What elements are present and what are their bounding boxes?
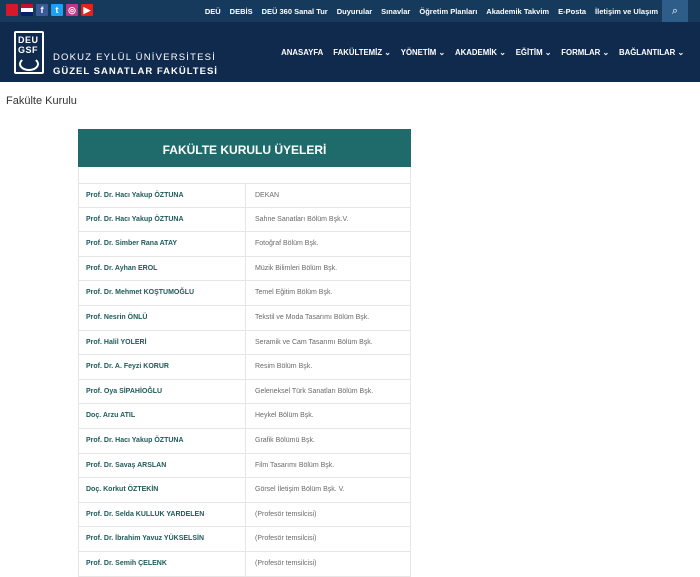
table-row: Prof. Halil YOLERİ Seramik ve Cam Tasarım… xyxy=(78,330,411,356)
member-name: Prof. Oya SİPAHİOĞLU xyxy=(79,379,246,404)
university-name: DOKUZ EYLÜL ÜNİVERSİTESİ xyxy=(53,52,217,63)
member-name: Prof. Dr. Hacı Yakup ÖZTUNA xyxy=(79,207,246,232)
nav-faculty[interactable]: FAKÜLTEMİZ ⌄ xyxy=(333,48,391,57)
twitter-icon[interactable]: t xyxy=(51,4,63,16)
table-row: Prof. Oya SİPAHİOĞLU Geleneksel Türk Sana… xyxy=(78,379,411,405)
nav-home[interactable]: ANASAYFA xyxy=(281,48,323,57)
table-row: Prof. Dr. Selda KULLUK YARDELEN (Profesör… xyxy=(78,502,411,528)
search-button[interactable]: ⌕ xyxy=(662,0,688,22)
table-row: Doç. Korkut ÖZTEKİN Görsel İletişim Bölüm… xyxy=(78,478,411,503)
top-links: DEÜ DEBİS DEÜ 360 Sanal Tur Duyurular Sı… xyxy=(205,0,658,22)
table-row: Prof. Dr. Mehmet KOŞTUMOĞLU Temel Eğitim … xyxy=(78,281,411,306)
member-name: Prof. Dr. Simber Rana ATAY xyxy=(79,232,246,256)
nav-administration[interactable]: YÖNETİM ⌄ xyxy=(401,48,445,57)
search-icon: ⌕ xyxy=(671,5,679,17)
member-name: Prof. Dr. İbrahim Yavuz YÜKSELSİN xyxy=(79,527,246,551)
member-role: DEKAN xyxy=(255,192,280,199)
toplink-360-tour[interactable]: DEÜ 360 Sanal Tur xyxy=(262,7,328,16)
table-row: Prof. Dr. Hacı Yakup ÖZTUNA Sahne Sanatla… xyxy=(78,207,411,233)
member-name: Doç. Korkut ÖZTEKİN xyxy=(79,478,246,502)
member-role: Sahne Sanatları Bölüm Bşk.V. xyxy=(255,215,349,223)
member-name: Prof. Dr. Ayhan EROL xyxy=(79,256,246,281)
toplink-email[interactable]: E-Posta xyxy=(558,7,586,16)
table-row: Prof. Dr. Hacı Yakup ÖZTUNA DEKAN xyxy=(78,183,411,208)
member-role: (Profesör temsilcisi) xyxy=(255,559,317,567)
member-role: (Profesör temsilcisi) xyxy=(255,535,317,543)
toplink-deu[interactable]: DEÜ xyxy=(205,7,221,16)
member-name: Doç. Arzu ATIL xyxy=(79,404,246,428)
table-row: Prof. Dr. Simber Rana ATAY Fotoğraf Bölüm… xyxy=(78,232,411,257)
member-name: Prof. Dr. Mehmet KOŞTUMOĞLU xyxy=(79,281,246,305)
member-name: Prof. Dr. Selda KULLUK YARDELEN xyxy=(79,502,246,527)
toplink-contact[interactable]: İletişim ve Ulaşım xyxy=(595,7,658,16)
table-row: Prof. Dr. Savaş ARSLAN Film Tasarımı Bölü… xyxy=(78,453,411,479)
member-role: Tekstil ve Moda Tasarımı Bölüm Bşk. xyxy=(255,313,370,321)
nav-education[interactable]: EĞİTİM ⌄ xyxy=(516,48,552,57)
member-role: Temel Eğitim Bölüm Bşk. xyxy=(255,289,333,297)
en-flag-icon[interactable] xyxy=(21,4,33,16)
tr-flag-icon[interactable] xyxy=(6,4,18,16)
logo-gsf-text: GSF xyxy=(18,45,39,55)
faculty-name: GÜZEL SANATLAR FAKÜLTESİ xyxy=(53,66,218,77)
top-bar: f t ◎ ▶ DEÜ DEBİS DEÜ 360 Sanal Tur Duyu… xyxy=(0,0,700,22)
toplink-curricula[interactable]: Öğretim Planları xyxy=(419,7,477,16)
member-role: Müzik Bilimleri Bölüm Bşk. xyxy=(255,264,338,272)
table-row: Prof. Dr. Hacı Yakup ÖZTUNA Grafik Bölümü… xyxy=(78,428,411,454)
member-name: Prof. Dr. A. Feyzi KORUR xyxy=(79,355,246,379)
member-role: Geleneksel Türk Sanatları Bölüm Bşk. xyxy=(255,387,374,395)
member-role: Görsel İletişim Bölüm Bşk. V. xyxy=(255,486,345,494)
table-row: Prof. Dr. Ayhan EROL Müzik Bilimleri Bölü… xyxy=(78,256,411,282)
logo-wave-icon xyxy=(19,57,39,71)
logo-deu-text: DEU xyxy=(18,35,39,45)
member-role: (Profesör temsilcisi) xyxy=(255,510,317,518)
member-name: Prof. Dr. Hacı Yakup ÖZTUNA xyxy=(79,184,246,207)
member-name: Prof. Dr. Savaş ARSLAN xyxy=(79,453,246,478)
table-row: Prof. Dr. A. Feyzi KORUR Resim Bölüm Bşk. xyxy=(78,355,411,380)
member-name: Prof. Halil YOLERİ xyxy=(79,330,246,355)
main-nav: ANASAYFA FAKÜLTEMİZ ⌄ YÖNETİM ⌄ AKADEMİK… xyxy=(281,22,684,82)
faculty-logo[interactable]: DEU GSF xyxy=(14,31,44,74)
member-role: Fotoğraf Bölüm Bşk. xyxy=(255,240,319,248)
toplink-exams[interactable]: Sınavlar xyxy=(381,7,410,16)
table-row: Prof. Dr. İbrahim Yavuz YÜKSELSİN (Profes… xyxy=(78,527,411,552)
member-role: Grafik Bölümü Bşk. xyxy=(255,436,315,444)
toplink-academic-calendar[interactable]: Akademik Takvim xyxy=(486,7,549,16)
table-spacer xyxy=(78,167,411,183)
table-row: Prof. Dr. Semih ÇELENK (Profesör temsilci… xyxy=(78,551,411,577)
member-name: Prof. Dr. Semih ÇELENK xyxy=(79,551,246,576)
toplink-announcements[interactable]: Duyurular xyxy=(337,7,372,16)
member-name: Prof. Nesrin ÖNLÜ xyxy=(79,305,246,330)
member-role: Resim Bölüm Bşk. xyxy=(255,363,313,371)
member-role: Seramik ve Cam Tasarımı Bölüm Bşk. xyxy=(255,338,373,346)
youtube-icon[interactable]: ▶ xyxy=(81,4,93,16)
nav-academic[interactable]: AKADEMİK ⌄ xyxy=(455,48,506,57)
nav-links[interactable]: BAĞLANTILAR ⌄ xyxy=(619,48,684,57)
toplink-debis[interactable]: DEBİS xyxy=(230,7,253,16)
table-row: Prof. Nesrin ÖNLÜ Tekstil ve Moda Tasarım… xyxy=(78,305,411,331)
facebook-icon[interactable]: f xyxy=(36,4,48,16)
board-members-table: FAKÜLTE KURULU ÜYELERİ Prof. Dr. Hacı Ya… xyxy=(78,129,411,577)
board-heading: FAKÜLTE KURULU ÜYELERİ xyxy=(78,129,411,167)
social-links: f t ◎ ▶ xyxy=(6,4,93,16)
table-row: Doç. Arzu ATIL Heykel Bölüm Bşk. xyxy=(78,404,411,429)
page-title: Fakülte Kurulu xyxy=(6,95,77,107)
member-name: Prof. Dr. Hacı Yakup ÖZTUNA xyxy=(79,428,246,453)
nav-forms[interactable]: FORMLAR ⌄ xyxy=(561,48,609,57)
member-role: Heykel Bölüm Bşk. xyxy=(255,412,314,420)
instagram-icon[interactable]: ◎ xyxy=(66,4,78,16)
member-role: Film Tasarımı Bölüm Bşk. xyxy=(255,461,335,469)
